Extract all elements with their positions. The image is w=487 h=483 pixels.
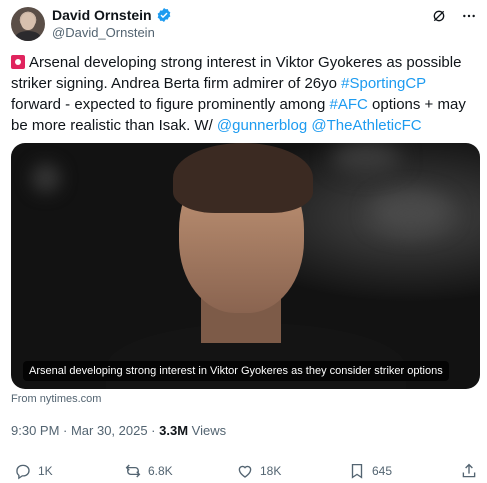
bookmark-button[interactable]: 645	[348, 462, 392, 480]
like-button[interactable]: 18K	[236, 462, 281, 480]
avatar[interactable]	[11, 7, 45, 41]
views-count: 3.3M	[159, 423, 189, 438]
retweet-count: 6.8K	[148, 464, 173, 478]
link-card-image[interactable]	[11, 143, 480, 389]
reply-icon	[16, 464, 30, 480]
bookmark-count: 645	[372, 464, 393, 478]
siren-icon	[11, 55, 25, 69]
mention-gunnerblog[interactable]: @gunnerblog	[217, 117, 307, 134]
tweet-text: Arsenal developing strong interest in Vi…	[11, 52, 479, 136]
author-name-row: David Ornstein	[52, 7, 172, 23]
timestamp[interactable]: 9:30 PM · Mar 30, 2025 ·	[11, 423, 159, 438]
reply-count: 1K	[38, 464, 53, 478]
reply-button[interactable]: 1K	[14, 462, 53, 480]
like-count: 18K	[260, 464, 282, 478]
verified-badge-icon	[157, 8, 170, 22]
author-handle[interactable]: @David_Ornstein	[52, 25, 155, 40]
bookmark-icon	[351, 463, 363, 479]
tweet-meta: 9:30 PM · Mar 30, 2025 · 3.3M Views	[11, 423, 226, 438]
hashtag-sportingcp[interactable]: #SportingCP	[341, 75, 426, 92]
retweet-icon	[125, 464, 141, 478]
link-card-caption[interactable]: Arsenal developing strong interest in Vi…	[23, 361, 449, 381]
share-icon	[462, 463, 476, 478]
views-label: Views	[188, 423, 227, 438]
grok-icon[interactable]	[431, 8, 447, 24]
mention-theathleticfc[interactable]: @TheAthleticFC	[311, 117, 421, 134]
more-options-icon[interactable]	[461, 8, 477, 24]
top-actions	[431, 8, 477, 24]
share-button[interactable]	[460, 462, 478, 480]
tweet: David Ornstein @David_Ornstein Arsenal d…	[0, 0, 487, 483]
retweet-button[interactable]: 6.8K	[124, 462, 173, 480]
hashtag-afc[interactable]: #AFC	[330, 96, 368, 113]
heart-icon	[238, 465, 252, 478]
author-display-name[interactable]: David Ornstein	[52, 7, 152, 23]
action-bar: 1K 6.8K 18K 645	[14, 462, 480, 482]
link-card-source[interactable]: From nytimes.com	[11, 393, 101, 405]
tweet-text-segment: forward - expected to figure prominently…	[11, 96, 330, 113]
